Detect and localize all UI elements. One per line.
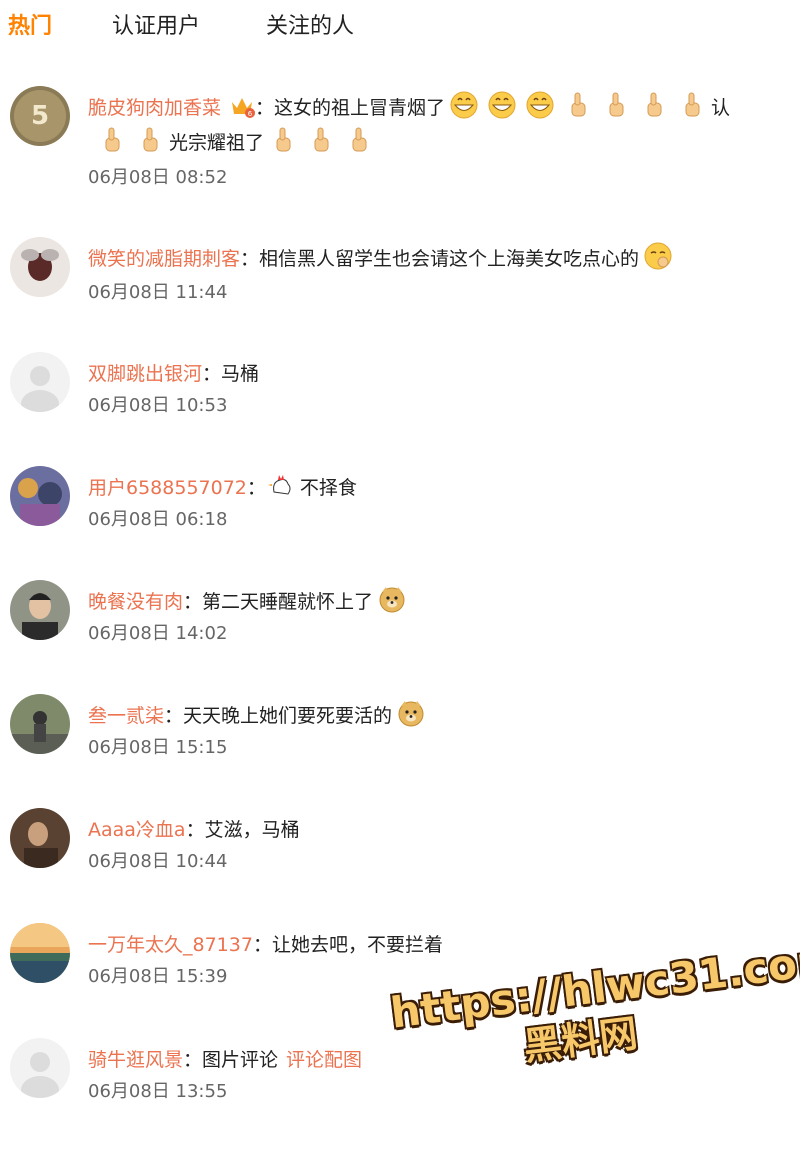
thumbs-up-icon [563, 90, 593, 120]
comment-time: 06月08日 06:18 [88, 509, 228, 530]
username[interactable]: 骑牛逛风景 [88, 1049, 183, 1071]
username[interactable]: 用户6588557072 [88, 477, 247, 499]
comment-text: 艾滋，马桶 [204, 819, 300, 841]
comment-text: 第二天睡醒就怀上了 [202, 591, 374, 613]
comment-text: 这女的祖上冒青烟了 [274, 97, 446, 119]
comment-item: 叁一贰柒：天天晚上她们要死要活的 06月08日 15:15 [0, 694, 800, 808]
username[interactable]: Aaaa冷血a [88, 819, 186, 841]
avatar[interactable] [10, 694, 70, 754]
grin-emoji-icon [487, 90, 517, 120]
thumbs-up-icon [306, 125, 336, 155]
comment-content: 脆皮狗肉加香菜 6 ：这女的祖上冒青烟了 认 [88, 89, 793, 127]
comment-text: 让她去吧，不要拦着 [271, 934, 443, 956]
avatar[interactable] [10, 237, 70, 297]
doge-emoji-icon [377, 584, 407, 614]
username[interactable]: 叁一贰柒 [88, 705, 164, 727]
comment-content: 用户6588557072： 不择食 [88, 469, 793, 507]
comment-time: 06月08日 08:52 [88, 167, 228, 188]
grin-emoji-icon [525, 90, 555, 120]
comment-time: 06月08日 14:02 [88, 623, 228, 644]
tab-bar: 热门 认证用户 关注的人 [0, 0, 800, 55]
separator: ： [255, 97, 275, 119]
thumbs-up-icon [268, 125, 298, 155]
separator: ： [246, 477, 266, 499]
avatar[interactable] [10, 466, 70, 526]
comment-item: Aaaa冷血a：艾滋，马桶 06月08日 10:44 [0, 808, 800, 922]
comment-text: 相信黑人留学生也会请这个上海美女吃点心的 [259, 248, 640, 270]
separator: ： [240, 248, 260, 270]
avatar[interactable] [10, 923, 70, 983]
username[interactable]: 晚餐没有肉 [88, 591, 183, 613]
username[interactable]: 一万年太久_87137 [88, 934, 253, 956]
svg-text:6: 6 [248, 110, 253, 118]
thumbs-up-icon [677, 90, 707, 120]
comment-time: 06月08日 10:53 [88, 395, 228, 416]
separator: ： [183, 1049, 203, 1071]
comment-content: 叁一贰柒：天天晚上她们要死要活的 [88, 697, 793, 735]
thumbs-up-icon [97, 125, 127, 155]
username[interactable]: 双脚跳出银河 [88, 363, 202, 385]
svg-text:5: 5 [31, 101, 49, 131]
comment-text: 光宗耀祖了 [169, 132, 265, 154]
comment-text: 认 [711, 97, 731, 119]
comment-time: 06月08日 10:44 [88, 851, 228, 872]
avatar[interactable] [10, 1038, 70, 1098]
comment-content: 一万年太久_87137：让她去吧，不要拦着 [88, 926, 793, 964]
tab-hot[interactable]: 热门 [8, 12, 52, 42]
tab-verified-users[interactable]: 认证用户 [112, 12, 200, 42]
comment-item: 晚餐没有肉：第二天睡醒就怀上了 06月08日 14:02 [0, 580, 800, 694]
comment-content: 双脚跳出银河：马桶 [88, 355, 793, 393]
thumbs-up-icon [601, 90, 631, 120]
comment-item: 5 脆皮狗肉加香菜 6 ：这女的祖上冒青烟了 认 光宗耀祖了 06月08日 08:52 [0, 86, 800, 200]
comment-item: 一万年太久_87137：让她去吧，不要拦着 06月08日 15:39 [0, 923, 800, 1037]
comment-content-wrap: 光宗耀祖了 [93, 124, 798, 162]
comment-content: 骑牛逛风景：图片评论 评论配图 [88, 1041, 793, 1079]
comment-content: 微笑的减脂期刺客：相信黑人留学生也会请这个上海美女吃点心的 [88, 240, 793, 278]
comment-item: 双脚跳出银河：马桶 06月08日 10:53 [0, 352, 800, 466]
avatar[interactable]: 5 [10, 86, 70, 146]
comment-text: 马桶 [221, 363, 260, 385]
avatar[interactable] [10, 580, 70, 640]
comment-content: 晚餐没有肉：第二天睡醒就怀上了 [88, 583, 793, 621]
grin-emoji-icon [449, 90, 479, 120]
comment-text: 图片评论 [202, 1049, 279, 1071]
comment-image-link[interactable]: 评论配图 [286, 1049, 362, 1071]
comment-time: 06月08日 15:15 [88, 737, 228, 758]
thumbs-up-icon [639, 90, 669, 120]
tab-following[interactable]: 关注的人 [266, 12, 354, 42]
vip-badge-icon: 6 [229, 93, 256, 119]
rooster-emoji-icon [266, 470, 296, 500]
separator: ： [164, 705, 184, 727]
doge-emoji-icon [396, 698, 426, 728]
comment-text: 天天晚上她们要死要活的 [183, 705, 393, 727]
comment-item: 微笑的减脂期刺客：相信黑人留学生也会请这个上海美女吃点心的 06月08日 11:… [0, 237, 800, 351]
comment-time: 06月08日 15:39 [88, 966, 228, 987]
avatar[interactable] [10, 808, 70, 868]
comment-text: 不择食 [299, 477, 357, 499]
comment-item: 骑牛逛风景：图片评论 评论配图 06月08日 13:55 [0, 1038, 800, 1152]
thumbs-up-icon [135, 125, 165, 155]
separator: ： [202, 363, 222, 385]
avatar[interactable] [10, 352, 70, 412]
username[interactable]: 微笑的减脂期刺客 [88, 248, 240, 270]
comment-item: 用户6588557072： 不择食 06月08日 06:18 [0, 466, 800, 580]
thumbs-up-icon [344, 125, 374, 155]
comment-time: 06月08日 11:44 [88, 282, 228, 303]
comment-time: 06月08日 13:55 [88, 1081, 228, 1102]
separator: ： [252, 934, 272, 956]
separator: ： [185, 819, 205, 841]
comment-content: Aaaa冷血a：艾滋，马桶 [88, 811, 793, 849]
username[interactable]: 脆皮狗肉加香菜 [88, 97, 221, 119]
separator: ： [183, 591, 203, 613]
giggle-emoji-icon [643, 241, 673, 271]
